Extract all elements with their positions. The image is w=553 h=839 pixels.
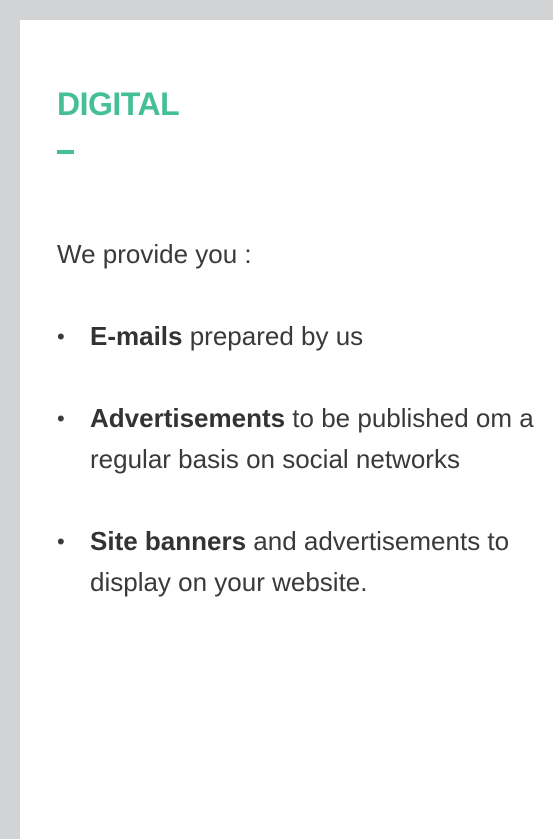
bullet-icon: •	[57, 406, 65, 431]
card-title: DIGITAL	[57, 86, 180, 122]
bullet-icon: •	[57, 529, 65, 554]
item-text: prepared by us	[182, 321, 364, 351]
bullet-icon: •	[57, 324, 65, 349]
list-item: • E-mails prepared by us	[57, 316, 537, 357]
item-highlight: E-mails	[90, 321, 183, 351]
title-underline-dash	[57, 150, 74, 154]
list-item: • Site banners and advertisements to dis…	[57, 521, 537, 603]
service-card: DIGITAL We provide you : • E-mails prepa…	[20, 20, 553, 839]
page-frame: DIGITAL We provide you : • E-mails prepa…	[0, 0, 553, 839]
item-highlight: Site banners	[90, 526, 247, 556]
list-item: • Advertisements to be published om a re…	[57, 398, 537, 480]
card-intro: We provide you :	[57, 239, 252, 269]
item-highlight: Advertisements	[90, 403, 286, 433]
service-list: • E-mails prepared by us • Advertisement…	[57, 316, 537, 644]
